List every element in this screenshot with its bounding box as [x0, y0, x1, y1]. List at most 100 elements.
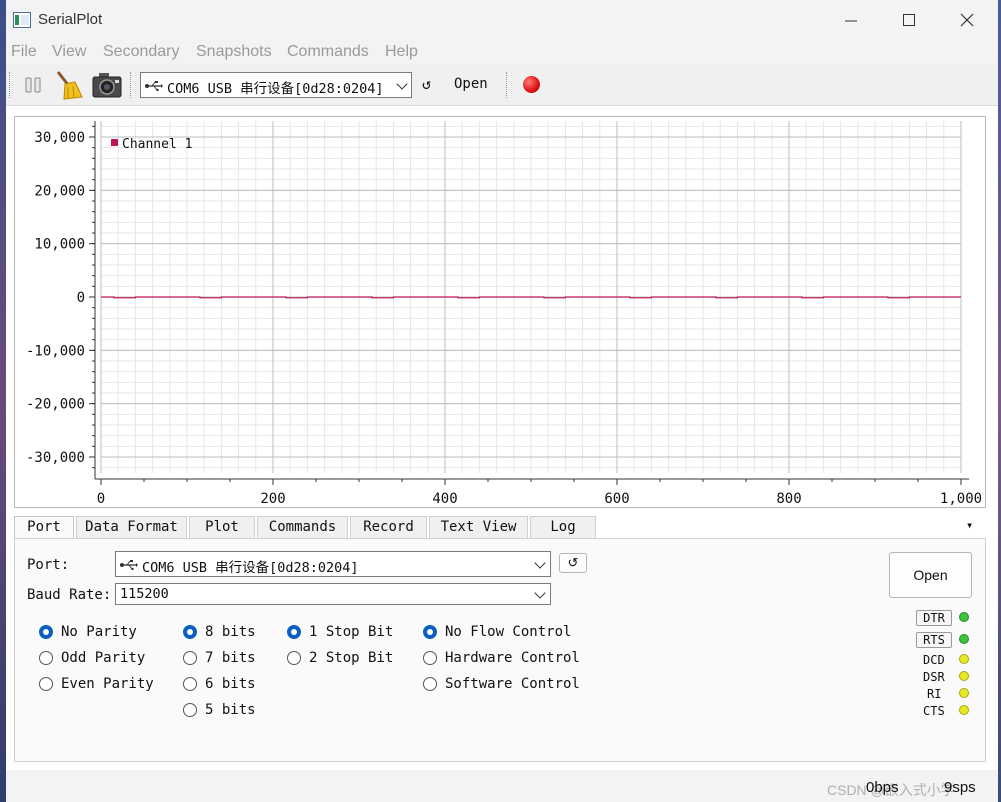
tab-overflow-icon[interactable]: ▾ — [966, 518, 973, 532]
5-bits-label: 5 bits — [205, 702, 256, 718]
rts-button[interactable]: RTS — [916, 632, 952, 648]
x-tick-label: 200 — [260, 491, 285, 507]
menu-secondary[interactable]: Secondary — [103, 43, 180, 61]
x-tick-label: 0 — [97, 491, 105, 507]
plot-area[interactable]: 0 200 400 600 800 1,000 30,000 20,000 10,000 0 -10… — [14, 116, 986, 508]
port-combo[interactable]: COM6 USB 串行设备[0d28:0204] — [115, 551, 551, 577]
port-refresh-button[interactable]: ↺ — [559, 553, 587, 573]
x-tick-label: 400 — [432, 491, 457, 507]
baud-rate-value: 115200 — [120, 586, 169, 602]
radio-no-flow-control[interactable] — [423, 625, 437, 639]
bps-readout: 0bps — [866, 779, 899, 796]
software-control-label: Software Control — [445, 676, 580, 692]
even-parity-label: Even Parity — [61, 676, 154, 692]
y-tick-label: 0 — [77, 290, 85, 306]
ri-led — [959, 688, 969, 698]
radio-no-parity[interactable] — [39, 625, 53, 639]
desktop-background-left — [0, 0, 6, 802]
y-tick-label: -30,000 — [26, 450, 85, 466]
toolbar-separator-2 — [506, 72, 509, 98]
legend-label: Channel 1 — [122, 137, 192, 152]
menu-snapshots[interactable]: Snapshots — [196, 43, 272, 61]
radio-even-parity[interactable] — [39, 677, 53, 691]
y-tick-label: 20,000 — [34, 183, 85, 199]
hardware-control-label: Hardware Control — [445, 650, 580, 666]
refresh-icon[interactable]: ↺ — [422, 75, 431, 93]
radio-hardware-control[interactable] — [423, 651, 437, 665]
menu-file[interactable]: File — [11, 43, 37, 61]
x-tick-label: 1,000 — [940, 491, 982, 507]
x-tick-label: 800 — [776, 491, 801, 507]
tab-commands[interactable]: Commands — [257, 516, 348, 538]
baud-rate-combo[interactable]: 115200 — [115, 583, 551, 605]
toolbar-port-combo[interactable]: COM6 USB 串行设备[0d28:0204] — [140, 72, 412, 98]
no-parity-label: No Parity — [61, 624, 137, 640]
record-icon[interactable] — [523, 76, 540, 93]
toolbar-grip — [9, 72, 12, 98]
tab-log[interactable]: Log — [530, 516, 596, 538]
port-combo-text: COM6 USB 串行设备[0d28:0204] — [142, 560, 359, 576]
toolbar-port-text: COM6 USB 串行设备[0d28:0204] — [167, 81, 384, 97]
tab-bar: Port Data Format Plot Commands Record Te… — [14, 516, 986, 539]
cts-label: CTS — [923, 704, 945, 718]
dtr-button[interactable]: DTR — [916, 610, 952, 626]
menu-commands[interactable]: Commands — [287, 43, 369, 61]
1-stop-bit-label: 1 Stop Bit — [309, 624, 394, 640]
toolbar: COM6 USB 串行设备[0d28:0204] ↺ Open — [6, 65, 998, 106]
broom-clear-icon[interactable] — [54, 69, 84, 101]
window-title: SerialPlot — [38, 11, 103, 28]
radio-1-stop-bit[interactable] — [287, 625, 301, 639]
dcd-led — [959, 654, 969, 664]
dcd-label: DCD — [923, 653, 945, 667]
plot-canvas: 0 200 400 600 800 1,000 30,000 20,000 10,000 0 -10… — [26, 121, 982, 507]
cts-led — [959, 705, 969, 715]
radio-7-bits[interactable] — [183, 651, 197, 665]
tab-text-view[interactable]: Text View — [429, 516, 528, 538]
6-bits-label: 6 bits — [205, 676, 256, 692]
radio-software-control[interactable] — [423, 677, 437, 691]
tab-record[interactable]: Record — [350, 516, 427, 538]
sps-readout: 9sps — [944, 779, 976, 796]
8-bits-label: 8 bits — [205, 624, 256, 640]
chevron-down-icon — [534, 557, 546, 569]
usb-icon — [145, 81, 163, 91]
pause-icon[interactable] — [24, 76, 42, 94]
7-bits-label: 7 bits — [205, 650, 256, 666]
2-stop-bit-label: 2 Stop Bit — [309, 650, 394, 666]
radio-8-bits[interactable] — [183, 625, 197, 639]
radio-6-bits[interactable] — [183, 677, 197, 691]
dsr-led — [959, 671, 969, 681]
y-tick-label: -20,000 — [26, 397, 85, 413]
x-tick-label: 600 — [604, 491, 629, 507]
dsr-label: DSR — [923, 670, 945, 684]
camera-snapshot-icon[interactable] — [91, 70, 123, 100]
port-label: Port: — [27, 557, 70, 573]
rts-led — [959, 634, 969, 644]
no-flow-control-label: No Flow Control — [445, 624, 572, 640]
radio-2-stop-bit[interactable] — [287, 651, 301, 665]
open-port-button[interactable]: Open — [889, 552, 972, 598]
menu-bar: File View Secondary Snapshots Commands H… — [6, 40, 998, 65]
chevron-down-icon — [534, 587, 546, 599]
status-bar: CSDN @嵌入式小学 0bps 9sps — [6, 770, 998, 802]
toolbar-open-button[interactable]: Open — [454, 76, 488, 92]
refresh-icon: ↺ — [567, 555, 579, 570]
dtr-led — [959, 612, 969, 622]
tab-data-format[interactable]: Data Format — [76, 516, 187, 538]
y-tick-label: 30,000 — [34, 130, 85, 146]
app-icon — [13, 12, 31, 28]
minimize-icon[interactable] — [844, 14, 858, 28]
maximize-icon[interactable] — [902, 13, 916, 27]
radio-odd-parity[interactable] — [39, 651, 53, 665]
baud-rate-label: Baud Rate: — [27, 587, 112, 603]
y-tick-label: -10,000 — [26, 343, 85, 359]
close-icon[interactable] — [960, 13, 974, 27]
menu-view[interactable]: View — [52, 43, 86, 61]
title-bar: SerialPlot — [6, 0, 998, 40]
radio-5-bits[interactable] — [183, 703, 197, 717]
toolbar-separator — [130, 72, 133, 98]
menu-help[interactable]: Help — [385, 43, 418, 61]
tab-port[interactable]: Port — [14, 516, 74, 539]
tab-plot[interactable]: Plot — [189, 516, 255, 538]
y-tick-label: 10,000 — [34, 237, 85, 253]
